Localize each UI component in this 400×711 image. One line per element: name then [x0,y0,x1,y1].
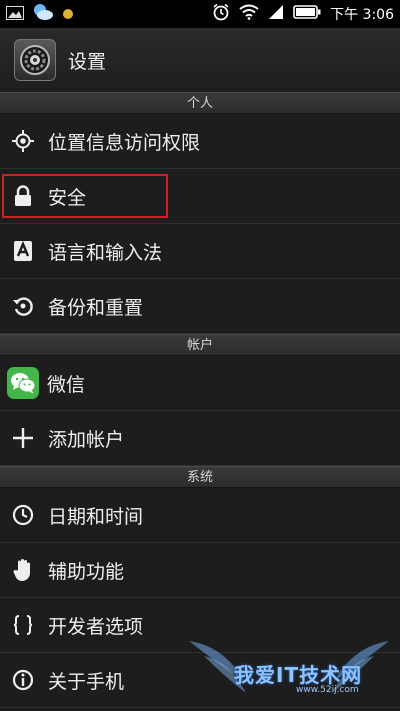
settings-item-label: 开发者选项 [48,615,144,638]
settings-item-label: 关于手机 [48,670,125,693]
settings-item-date-time[interactable]: 日期和时间 [0,488,400,543]
settings-item-label: 添加帐户 [48,428,125,451]
settings-list: 个人 位置信息访问权限 安全 语言和输入法 备份和重置 帐户 微信 添加帐户 系… [0,92,400,708]
section-header-system: 系统 [0,466,400,488]
status-bar-notifications [6,2,74,26]
settings-item-label: 微信 [47,373,86,396]
section-header-personal: 个人 [0,92,400,114]
settings-item-location[interactable]: 位置信息访问权限 [0,114,400,169]
settings-item-accessibility[interactable]: 辅助功能 [0,543,400,598]
settings-item-security[interactable]: 安全 [0,169,400,224]
settings-item-add-account[interactable]: 添加帐户 [0,411,400,466]
alarm-icon [212,3,230,25]
status-bar-system: 下午 3:06 [212,3,394,25]
settings-item-developer-options[interactable]: 开发者选项 [0,598,400,653]
braces-icon [12,614,34,636]
picture-icon [6,5,24,24]
dot-icon [62,5,74,24]
section-header-accounts: 帐户 [0,334,400,356]
clock-icon [12,504,34,526]
status-time: 下午 3:06 [330,7,394,23]
action-bar: 设置 [0,28,400,92]
page-title: 设置 [68,50,107,73]
settings-item-language-input[interactable]: 语言和输入法 [0,224,400,279]
location-icon [12,130,34,152]
settings-item-label: 日期和时间 [48,505,144,528]
signal-icon [268,4,284,24]
plus-icon [12,427,34,449]
hand-icon [12,559,34,581]
weather-icon [32,2,54,26]
highlight-box [2,174,168,218]
settings-item-wechat[interactable]: 微信 [0,356,400,411]
settings-item-label: 位置信息访问权限 [48,131,201,154]
wechat-icon [7,367,39,399]
keyboard-a-icon [12,240,34,262]
wifi-icon [239,4,259,24]
settings-item-about-phone[interactable]: 关于手机 [0,653,400,708]
settings-item-backup-reset[interactable]: 备份和重置 [0,279,400,334]
settings-item-label: 备份和重置 [48,296,144,319]
backup-icon [12,295,34,317]
battery-icon [293,5,321,23]
status-bar: 下午 3:06 [0,0,400,28]
settings-item-label: 语言和输入法 [48,241,163,264]
settings-gear-icon[interactable] [14,39,56,81]
info-icon [12,669,34,691]
settings-item-label: 辅助功能 [48,560,125,583]
